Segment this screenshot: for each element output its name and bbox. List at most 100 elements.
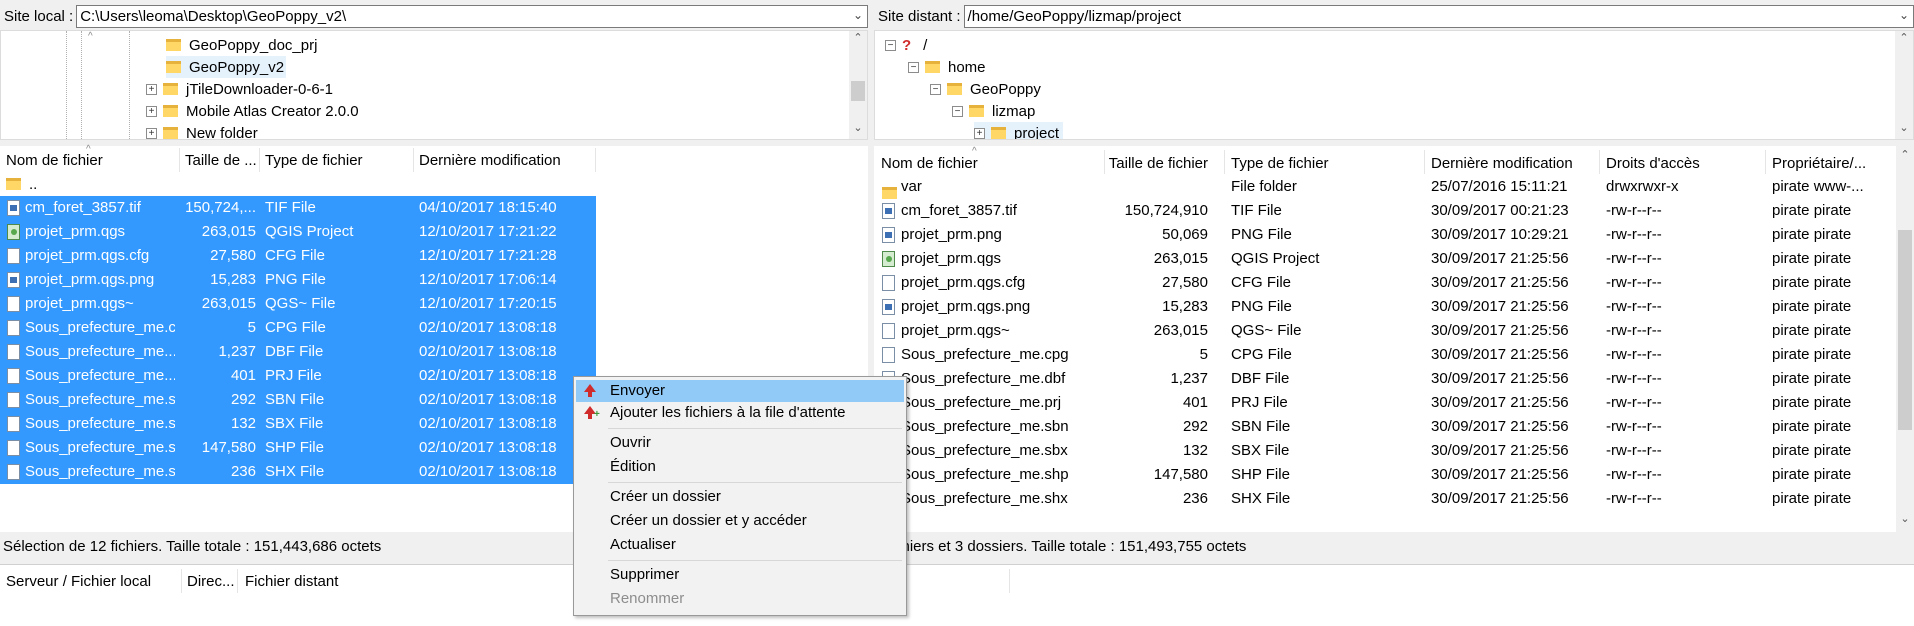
file-type: SHP File bbox=[265, 439, 324, 456]
expand-icon[interactable]: + bbox=[146, 127, 157, 139]
menu-item-create-folder-enter[interactable]: Créer un dossier et y accéder bbox=[576, 510, 904, 532]
chevron-down-icon[interactable]: ⌄ bbox=[853, 8, 863, 22]
file-name: Sous_prefecture_me.s... bbox=[25, 439, 175, 456]
file-row[interactable]: projet_prm.png 50,069 PNG File 30/09/2017 1… bbox=[874, 223, 1894, 247]
file-row[interactable]: Sous_prefecture_me.... 1,237 DBF File 02/10… bbox=[0, 340, 596, 364]
tree-item[interactable]: − lizmap bbox=[952, 100, 1035, 122]
file-row[interactable]: Sous_prefecture_me.s... 147,580 SHP File 02… bbox=[0, 436, 596, 460]
tree-item[interactable]: GeoPoppy_v2 bbox=[166, 56, 287, 78]
column-header-name[interactable]: Nom de fichier bbox=[881, 151, 978, 175]
collapse-icon[interactable]: − bbox=[908, 61, 919, 73]
file-row[interactable]: cm_foret_3857.tif 150,724,910 TIF File 30/0… bbox=[874, 199, 1894, 223]
file-row[interactable]: cm_foret_3857.tif 150,724,... TIF File 04/1… bbox=[0, 196, 596, 220]
remote-tree-scrollbar[interactable]: ⌃ ⌄ bbox=[1895, 31, 1913, 139]
file-name: projet_prm.qgs~ bbox=[901, 322, 1010, 339]
column-header-type[interactable]: Type de fichier bbox=[265, 148, 363, 172]
tree-item[interactable]: + project bbox=[974, 122, 1064, 139]
remote-list-scrollbar[interactable]: ⌃ ⌄ bbox=[1896, 146, 1914, 532]
file-row[interactable]: projet_prm.qgs 263,015 QGIS Project 12/10/2… bbox=[0, 220, 596, 244]
file-row[interactable]: Sous_prefecture_me.prj 401 PRJ File 30/09/2… bbox=[874, 391, 1894, 415]
file-row[interactable]: var File folder 25/07/2016 15:11:21 drwxrwx… bbox=[874, 175, 1894, 199]
column-header-size[interactable]: Taille de ... bbox=[185, 148, 257, 172]
expand-icon[interactable]: + bbox=[974, 127, 985, 139]
file-row[interactable]: Sous_prefecture_me.sbn 292 SBN File 30/09/2… bbox=[874, 415, 1894, 439]
file-row[interactable]: Sous_prefecture_me.sbx 132 SBX File 30/09/2… bbox=[874, 439, 1894, 463]
file-row[interactable]: Sous_prefecture_me.dbf 1,237 DBF File 30/09… bbox=[874, 367, 1894, 391]
tree-item[interactable]: + jTileDownloader-0-6-1 bbox=[146, 78, 333, 100]
chevron-down-icon[interactable]: ⌄ bbox=[1899, 8, 1909, 22]
tree-item[interactable]: − home bbox=[908, 56, 986, 78]
file-type: SBX File bbox=[1231, 442, 1290, 459]
file-name: Sous_prefecture_me.s... bbox=[25, 463, 175, 480]
file-type: SBN File bbox=[265, 391, 325, 408]
local-path-value: C:\Users\leoma\Desktop\GeoPoppy_v2\ bbox=[80, 8, 347, 25]
column-header-modified[interactable]: Dernière modification bbox=[419, 148, 561, 172]
menu-item-refresh[interactable]: Actualiser bbox=[576, 534, 904, 556]
local-path-input[interactable]: C:\Users\leoma\Desktop\GeoPoppy_v2\ ⌄ bbox=[76, 5, 868, 28]
file-permissions: -rw-r--r-- bbox=[1606, 226, 1662, 243]
menu-item-envoyer[interactable]: Envoyer bbox=[576, 380, 904, 402]
collapse-icon[interactable]: − bbox=[930, 83, 941, 95]
file-row[interactable]: projet_prm.qgs 263,015 QGIS Project 30/09/2… bbox=[874, 247, 1894, 271]
scroll-up-icon[interactable]: ⌃ bbox=[1896, 148, 1914, 166]
menu-item-edition[interactable]: Édition bbox=[576, 456, 904, 478]
file-type: PNG File bbox=[1231, 226, 1292, 243]
file-size: 50,069 bbox=[1162, 226, 1208, 243]
file-type: PNG File bbox=[265, 271, 326, 288]
file-name: Sous_prefecture_me.s... bbox=[25, 391, 175, 408]
file-row[interactable]: Sous_prefecture_me.s... 292 SBN File 02/10/… bbox=[0, 388, 596, 412]
file-name: Sous_prefecture_me.... bbox=[25, 343, 175, 360]
collapse-icon[interactable]: − bbox=[885, 39, 896, 51]
menu-item-ouvrir[interactable]: Ouvrir bbox=[576, 432, 904, 454]
file-row[interactable]: Sous_prefecture_me.cpg 5 CPG File 30/09/201… bbox=[874, 343, 1894, 367]
tree-item[interactable]: −? / bbox=[885, 34, 927, 56]
parent-directory-row[interactable]: .. bbox=[0, 172, 596, 196]
scroll-down-icon[interactable]: ⌄ bbox=[1896, 512, 1914, 530]
tree-item[interactable]: + Mobile Atlas Creator 2.0.0 bbox=[146, 100, 359, 122]
file-row[interactable]: projet_prm.qgs~ 263,015 QGS~ File 30/09/201… bbox=[874, 319, 1894, 343]
file-row[interactable]: projet_prm.qgs.png 15,283 PNG File 30/09/20… bbox=[874, 295, 1894, 319]
column-header-modified[interactable]: Dernière modification bbox=[1431, 151, 1573, 175]
collapse-icon[interactable]: − bbox=[952, 105, 963, 117]
file-row[interactable]: projet_prm.qgs.cfg 27,580 CFG File 12/10/20… bbox=[0, 244, 596, 268]
file-modified: 02/10/2017 13:08:18 bbox=[419, 463, 557, 480]
file-row[interactable]: projet_prm.qgs.cfg 27,580 CFG File 30/09/20… bbox=[874, 271, 1894, 295]
file-row[interactable]: projet_prm.qgs~ 263,015 QGS~ File 12/10/201… bbox=[0, 292, 596, 316]
file-row[interactable]: Sous_prefecture_me.s... 236 SHX File 02/10/… bbox=[0, 460, 596, 484]
scroll-up-icon[interactable]: ⌃ bbox=[849, 31, 867, 49]
file-icon bbox=[7, 392, 20, 408]
queue-column-remote[interactable]: Fichier distant bbox=[245, 569, 338, 593]
file-size: 5 bbox=[247, 319, 256, 336]
file-modified: 30/09/2017 21:25:56 bbox=[1431, 298, 1569, 315]
expand-icon[interactable]: + bbox=[146, 105, 157, 117]
expand-icon[interactable]: + bbox=[146, 83, 157, 95]
menu-item-create-folder[interactable]: Créer un dossier bbox=[576, 486, 904, 508]
remote-status-text: chiers et 3 dossiers. Taille totale : 15… bbox=[894, 538, 1247, 555]
tree-item[interactable]: + New folder bbox=[146, 122, 258, 139]
file-row[interactable]: Sous_prefecture_me.shp 147,580 SHP File 30/… bbox=[874, 463, 1894, 487]
file-row[interactable]: projet_prm.qgs.png 15,283 PNG File 12/10/20… bbox=[0, 268, 596, 292]
tree-item[interactable]: − GeoPoppy bbox=[930, 78, 1041, 100]
file-row[interactable]: Sous_prefecture_me.shx 236 SHX File 30/09/2… bbox=[874, 487, 1894, 511]
tree-item[interactable]: GeoPoppy_doc_prj bbox=[166, 34, 317, 56]
scroll-down-icon[interactable]: ⌄ bbox=[849, 121, 867, 139]
local-tree-scrollbar[interactable]: ⌃ ⌄ bbox=[849, 31, 867, 139]
column-header-type[interactable]: Type de fichier bbox=[1231, 151, 1329, 175]
column-header-size[interactable]: Taille de fichier bbox=[1109, 151, 1208, 175]
queue-column-local[interactable]: Serveur / Fichier local bbox=[6, 569, 151, 593]
scroll-down-icon[interactable]: ⌄ bbox=[1895, 121, 1913, 139]
column-header-owner[interactable]: Propriétaire/... bbox=[1772, 151, 1866, 175]
scrollbar-thumb[interactable] bbox=[1898, 230, 1912, 430]
file-row[interactable]: Sous_prefecture_me.... 401 PRJ File 02/10/2… bbox=[0, 364, 596, 388]
scroll-up-icon[interactable]: ⌃ bbox=[1895, 31, 1913, 49]
file-row[interactable]: Sous_prefecture_me.c... 5 CPG File 02/10/20… bbox=[0, 316, 596, 340]
file-row[interactable]: Sous_prefecture_me.s... 132 SBX File 02/10/… bbox=[0, 412, 596, 436]
file-name: projet_prm.qgs.cfg bbox=[901, 274, 1026, 291]
sort-indicator-icon: ^ bbox=[972, 146, 977, 157]
menu-item-add-to-queue[interactable]: + Ajouter les fichiers à la file d'atten… bbox=[576, 402, 904, 424]
queue-column-direction[interactable]: Direc... bbox=[187, 569, 235, 593]
scrollbar-thumb[interactable] bbox=[851, 81, 865, 101]
remote-path-input[interactable]: /home/GeoPoppy/lizmap/project ⌄ bbox=[963, 5, 1914, 28]
column-header-permissions[interactable]: Droits d'accès bbox=[1606, 151, 1700, 175]
menu-item-delete[interactable]: Supprimer bbox=[576, 564, 904, 586]
